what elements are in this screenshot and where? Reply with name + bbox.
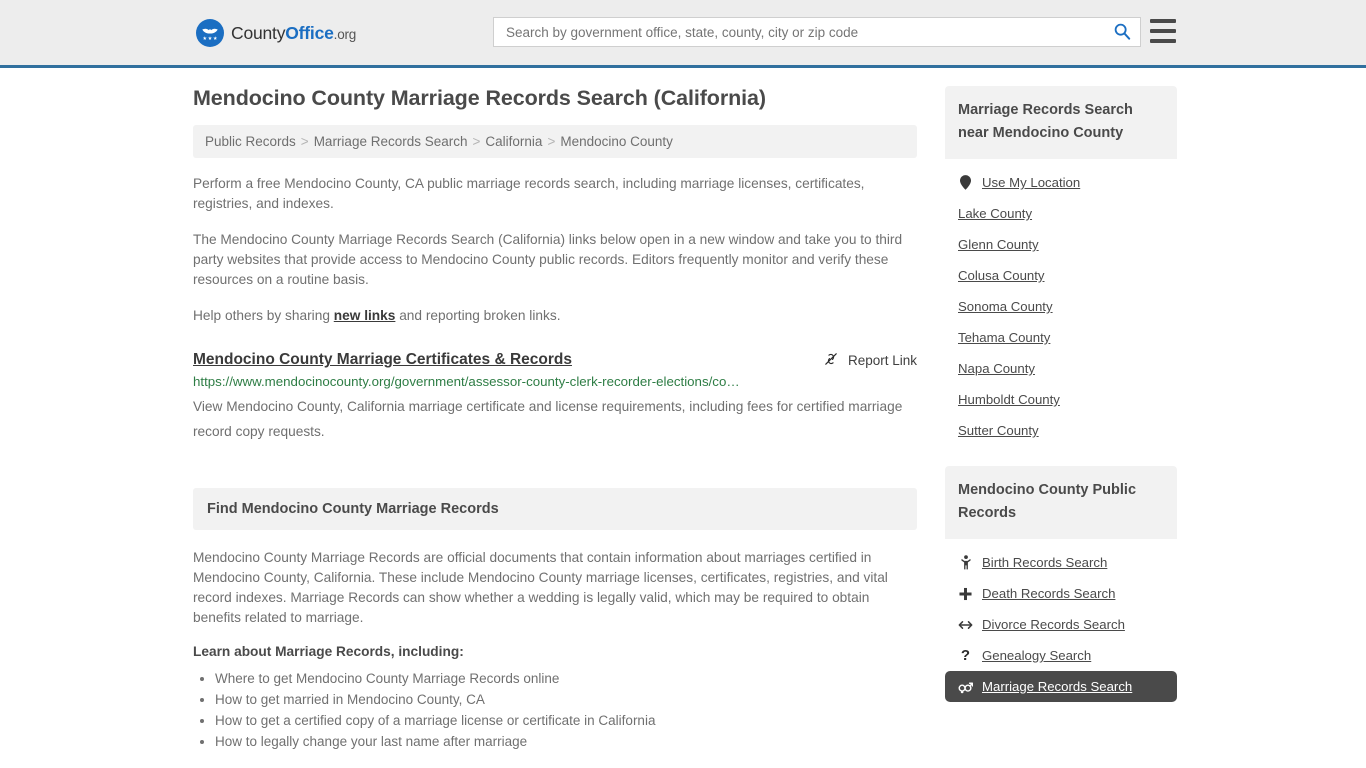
sidebar-item-label: Genealogy Search — [982, 648, 1092, 663]
sidebar-item-label: Sutter County — [958, 423, 1039, 438]
search-bar — [493, 17, 1141, 47]
sidebar-item-humboldt-county[interactable]: Humboldt County — [945, 384, 1177, 415]
hamburger-bar-1 — [1150, 19, 1176, 23]
sidebar: Marriage Records Search near Mendocino C… — [945, 86, 1177, 753]
search-button[interactable] — [1104, 18, 1140, 46]
search-icon — [1113, 22, 1131, 43]
result-item: Mendocino County Marriage Certificates &… — [193, 350, 917, 444]
result-description: View Mendocino County, California marria… — [193, 399, 903, 439]
sidebar-item-label: Sonoma County — [958, 299, 1053, 314]
site-logo[interactable]: CountyOffice.org — [196, 19, 356, 47]
list-item: Where to get Mendocino County Marriage R… — [215, 669, 917, 689]
sidebar-item-label: Marriage Records Search — [982, 679, 1133, 694]
brand-part-2: Office — [285, 22, 334, 43]
use-my-location-link[interactable]: Use My Location — [945, 167, 1177, 198]
list-item: How to get a certified copy of a marriag… — [215, 711, 917, 731]
cross-icon — [958, 587, 973, 601]
left-right-arrow-icon — [958, 619, 973, 631]
nearby-search-panel: Marriage Records Search near Mendocino C… — [945, 86, 1177, 446]
content-container: Mendocino County Marriage Records Search… — [193, 68, 1177, 753]
map-pin-icon — [958, 175, 973, 190]
breadcrumb-item-marriage-records-search[interactable]: Marriage Records Search — [314, 134, 468, 149]
sidebar-item-label: Colusa County — [958, 268, 1045, 283]
intro-paragraph-2: The Mendocino County Marriage Records Se… — [193, 232, 903, 287]
find-records-paragraph: Mendocino County Marriage Records are of… — [193, 550, 888, 625]
sidebar-item-label: Tehama County — [958, 330, 1051, 345]
share-text-after: and reporting broken links. — [395, 308, 561, 323]
public-records-list: Birth Records Search Death Records Searc… — [945, 539, 1177, 702]
breadcrumb-separator: > — [547, 134, 556, 149]
intro-paragraph-3: Help others by sharing new links and rep… — [193, 306, 917, 326]
hamburger-bar-2 — [1150, 29, 1176, 33]
learn-about-list: Where to get Mendocino County Marriage R… — [193, 669, 917, 752]
breadcrumb-item-public-records[interactable]: Public Records — [205, 134, 296, 149]
baby-icon — [958, 555, 973, 570]
breadcrumb-separator: > — [472, 134, 481, 149]
breadcrumb: Public Records > Marriage Records Search > C… — [193, 125, 917, 158]
sidebar-item-label: Death Records Search — [982, 586, 1116, 601]
sidebar-item-genealogy-search[interactable]: ? Genealogy Search — [945, 640, 1177, 671]
search-input[interactable] — [494, 18, 1104, 46]
sidebar-item-label: Divorce Records Search — [982, 617, 1125, 632]
site-header: CountyOffice.org — [0, 0, 1366, 68]
nearby-search-heading: Marriage Records Search near Mendocino C… — [945, 86, 1177, 159]
new-links-link[interactable]: new links — [334, 308, 396, 323]
sidebar-item-death-records-search[interactable]: Death Records Search — [945, 578, 1177, 609]
sidebar-item-sonoma-county[interactable]: Sonoma County — [945, 291, 1177, 322]
page-body: Mendocino County Marriage Records Search… — [0, 68, 1366, 753]
result-header-row: Mendocino County Marriage Certificates &… — [193, 350, 917, 370]
hamburger-bar-3 — [1150, 39, 1176, 43]
male-female-icon — [958, 680, 973, 694]
report-link-label: Report Link — [847, 353, 917, 368]
brand-part-1: County — [231, 22, 286, 43]
sidebar-item-birth-records-search[interactable]: Birth Records Search — [945, 547, 1177, 578]
site-logo-text: CountyOffice.org — [231, 23, 356, 44]
nearby-search-list: Use My Location Lake County Glenn County… — [945, 159, 1177, 446]
breadcrumb-item-california[interactable]: California — [485, 134, 542, 149]
intro-paragraph-1: Perform a free Mendocino County, CA publ… — [193, 176, 865, 211]
sidebar-item-label: Napa County — [958, 361, 1035, 376]
sidebar-item-label: Glenn County — [958, 237, 1039, 252]
public-records-heading: Mendocino County Public Records — [945, 466, 1177, 539]
breadcrumb-separator: > — [300, 134, 309, 149]
question-mark-icon: ? — [960, 647, 971, 664]
find-records-heading: Find Mendocino County Marriage Records — [193, 488, 917, 530]
sidebar-item-napa-county[interactable]: Napa County — [945, 353, 1177, 384]
sidebar-item-label: Lake County — [958, 206, 1033, 221]
sidebar-item-colusa-county[interactable]: Colusa County — [945, 260, 1177, 291]
sidebar-item-tehama-county[interactable]: Tehama County — [945, 322, 1177, 353]
sidebar-item-lake-county[interactable]: Lake County — [945, 198, 1177, 229]
learn-about-heading: Learn about Marriage Records, including: — [193, 644, 464, 659]
sidebar-item-label: Birth Records Search — [982, 555, 1108, 570]
brand-tld: .org — [333, 26, 357, 42]
sidebar-item-glenn-county[interactable]: Glenn County — [945, 229, 1177, 260]
find-records-section: Find Mendocino County Marriage Records M… — [193, 488, 917, 752]
sidebar-item-divorce-records-search[interactable]: Divorce Records Search — [945, 609, 1177, 640]
county-office-eagle-icon — [196, 19, 224, 47]
use-my-location-label: Use My Location — [982, 175, 1081, 190]
sidebar-item-label: Humboldt County — [958, 392, 1060, 407]
list-item: How to get married in Mendocino County, … — [215, 690, 917, 710]
hamburger-menu-button[interactable] — [1150, 19, 1176, 43]
result-title-link[interactable]: Mendocino County Marriage Certificates &… — [193, 350, 572, 370]
sidebar-item-sutter-county[interactable]: Sutter County — [945, 415, 1177, 446]
sidebar-item-marriage-records-search[interactable]: Marriage Records Search — [945, 671, 1177, 702]
breadcrumb-item-mendocino-county[interactable]: Mendocino County — [560, 134, 673, 149]
list-item: How to legally change your last name aft… — [215, 732, 917, 752]
broken-link-icon — [823, 351, 839, 370]
page-title: Mendocino County Marriage Records Search… — [193, 86, 766, 110]
result-url: https://www.mendocinocounty.org/governme… — [193, 374, 740, 389]
main-content: Mendocino County Marriage Records Search… — [193, 86, 917, 753]
report-link-button[interactable]: Report Link — [823, 350, 917, 370]
public-records-panel: Mendocino County Public Records Birth Re… — [945, 466, 1177, 702]
share-text-before: Help others by sharing — [193, 308, 334, 323]
